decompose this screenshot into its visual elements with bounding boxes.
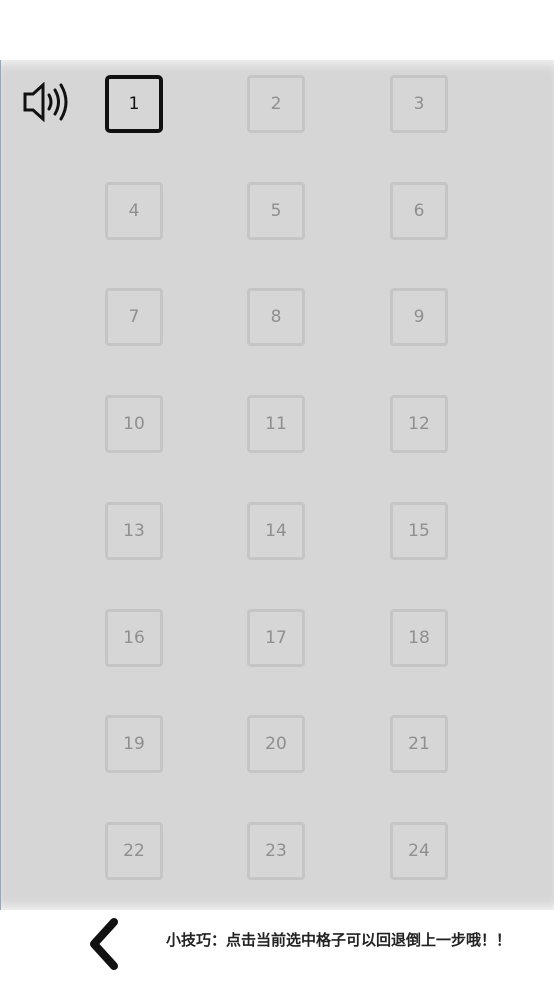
top-bar: [0, 0, 554, 60]
level-cell-20[interactable]: 20: [247, 715, 305, 773]
level-cell-24[interactable]: 24: [390, 822, 448, 880]
level-cell-19[interactable]: 19: [105, 715, 163, 773]
level-cell-23[interactable]: 23: [247, 822, 305, 880]
back-button[interactable]: [84, 916, 124, 972]
level-cell-15[interactable]: 15: [390, 502, 448, 560]
level-cell-17[interactable]: 17: [247, 609, 305, 667]
level-cell-8[interactable]: 8: [247, 288, 305, 346]
level-cell-10[interactable]: 10: [105, 395, 163, 453]
level-cell-14[interactable]: 14: [247, 502, 305, 560]
level-cell-7[interactable]: 7: [105, 288, 163, 346]
level-cell-11[interactable]: 11: [247, 395, 305, 453]
level-cell-13[interactable]: 13: [105, 502, 163, 560]
level-cell-18[interactable]: 18: [390, 609, 448, 667]
level-cell-4[interactable]: 4: [105, 182, 163, 240]
tip-text: 小技巧：点击当前选中格子可以回退倒上一步哦！！: [166, 931, 512, 949]
level-cell-6[interactable]: 6: [390, 182, 448, 240]
level-cell-2[interactable]: 2: [247, 75, 305, 133]
level-cell-5[interactable]: 5: [247, 182, 305, 240]
level-cell-3[interactable]: 3: [390, 75, 448, 133]
level-cell-9[interactable]: 9: [390, 288, 448, 346]
chevron-left-icon: [90, 918, 118, 970]
level-cell-1[interactable]: 1: [105, 75, 163, 133]
level-cell-22[interactable]: 22: [105, 822, 163, 880]
level-cell-16[interactable]: 16: [105, 609, 163, 667]
sound-toggle-button[interactable]: [22, 81, 72, 123]
level-cell-12[interactable]: 12: [390, 395, 448, 453]
level-cell-21[interactable]: 21: [390, 715, 448, 773]
speaker-volume-icon: [23, 81, 68, 123]
